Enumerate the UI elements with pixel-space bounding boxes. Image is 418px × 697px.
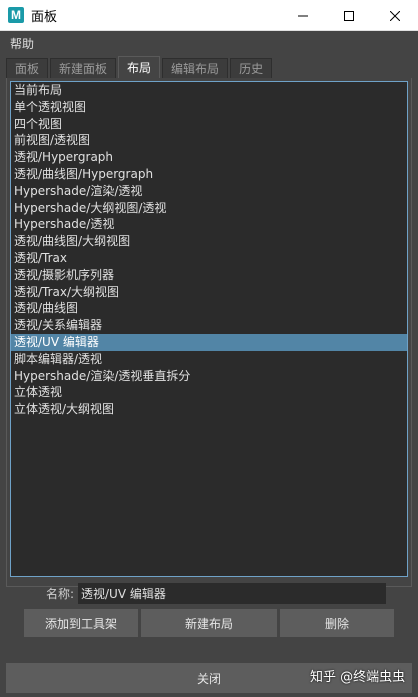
- list-item[interactable]: 立体透视/大纲视图: [11, 401, 407, 418]
- list-item[interactable]: 脚本编辑器/透视: [11, 351, 407, 368]
- list-item[interactable]: Hypershade/大纲视图/透视: [11, 200, 407, 217]
- new-layout-button[interactable]: 新建布局: [141, 609, 277, 637]
- watermark: 知乎 @终端虫虫: [310, 670, 406, 685]
- layout-panel: 当前布局 单个透视视图 四个视图 前视图/透视图 透视/Hypergraph 透视/曲线图…: [6, 78, 412, 587]
- window-controls: [280, 0, 418, 31]
- tab-4[interactable]: 历史: [230, 58, 273, 78]
- maximize-icon: [344, 10, 354, 21]
- window-title: 面板: [31, 9, 58, 25]
- action-buttons: 添加到工具架 新建布局 删除: [24, 609, 394, 637]
- list-item[interactable]: 透视/Trax/大纲视图: [11, 284, 407, 301]
- list-item[interactable]: Hypershade/透视: [11, 216, 407, 233]
- menu-help[interactable]: 帮助: [0, 35, 44, 52]
- minimize-icon: [298, 15, 308, 16]
- list-item[interactable]: Hypershade/渲染/透视垂直拆分: [11, 368, 407, 385]
- close-window-button[interactable]: [372, 0, 418, 31]
- list-item[interactable]: 透视/Trax: [11, 250, 407, 267]
- close-icon: [390, 10, 400, 21]
- list-item[interactable]: 透视/摄影机序列器: [11, 267, 407, 284]
- tab-bar: 面板 新建面板 布局 编辑布局 历史: [6, 56, 412, 78]
- tab-3[interactable]: 编辑布局: [162, 58, 229, 78]
- tab-1[interactable]: 新建面板: [50, 58, 117, 78]
- list-item[interactable]: Hypershade/渲染/透视: [11, 183, 407, 200]
- add-to-shelf-button[interactable]: 添加到工具架: [24, 609, 138, 637]
- title-bar: M 面板: [0, 0, 418, 31]
- maximize-button[interactable]: [326, 0, 372, 31]
- layout-list[interactable]: 当前布局 单个透视视图 四个视图 前视图/透视图 透视/Hypergraph 透视/曲线图…: [10, 81, 408, 577]
- menu-bar: 帮助: [0, 31, 418, 55]
- list-item[interactable]: 透视/Hypergraph: [11, 149, 407, 166]
- list-item[interactable]: 前视图/透视图: [11, 132, 407, 149]
- tab-0[interactable]: 面板: [6, 58, 49, 78]
- name-input[interactable]: [78, 582, 386, 604]
- list-item[interactable]: 透视/曲线图/Hypergraph: [11, 166, 407, 183]
- name-row: 名称:: [6, 582, 412, 604]
- list-item[interactable]: 透视/关系编辑器: [11, 317, 407, 334]
- list-item[interactable]: 透视/曲线图: [11, 300, 407, 317]
- delete-button[interactable]: 删除: [280, 609, 394, 637]
- list-item[interactable]: 透视/UV 编辑器: [11, 333, 407, 351]
- name-label: 名称:: [45, 586, 74, 601]
- list-item[interactable]: 透视/曲线图/大纲视图: [11, 233, 407, 250]
- list-item[interactable]: 立体透视: [11, 384, 407, 401]
- minimize-button[interactable]: [280, 0, 326, 31]
- list-item[interactable]: 单个透视视图: [11, 99, 407, 116]
- tab-2[interactable]: 布局: [118, 56, 161, 78]
- list-item[interactable]: 当前布局: [11, 82, 407, 99]
- maya-app-icon: M: [8, 7, 24, 23]
- list-item[interactable]: 四个视图: [11, 116, 407, 133]
